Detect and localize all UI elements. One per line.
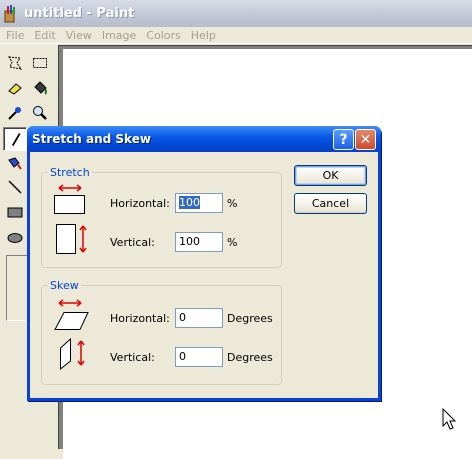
dialog-titlebar[interactable]: Stretch and Skew	[27, 126, 381, 152]
brush-tool[interactable]	[3, 151, 27, 175]
free-form-select-tool[interactable]	[3, 51, 27, 75]
skew-horizontal-input[interactable]: 0	[175, 308, 223, 328]
eyedropper-icon	[8, 107, 21, 120]
menu-view[interactable]: View	[66, 29, 92, 42]
skew-vertical-unit: Degrees	[227, 351, 273, 364]
pencil-icon	[12, 133, 21, 146]
fill-tool[interactable]	[28, 76, 52, 100]
skew-vertical-input[interactable]: 0	[175, 347, 223, 367]
menubar: File Edit View Image Colors Help	[0, 27, 472, 44]
stretch-skew-dialog: Stretch and Skew ? ✕ Stretch Horizontal:…	[27, 126, 381, 401]
eraser-icon	[8, 83, 22, 95]
line-icon	[8, 180, 22, 194]
menu-edit[interactable]: Edit	[34, 29, 55, 42]
window-titlebar: untitled - Paint	[0, 0, 472, 27]
skew-vertical-icon	[60, 337, 85, 371]
skew-legend: Skew	[50, 279, 79, 292]
rect-select-icon	[33, 58, 47, 68]
magnifier-tool[interactable]	[28, 101, 52, 125]
window-title: untitled - Paint	[24, 6, 135, 21]
stretch-horizontal-value: 100	[179, 196, 200, 209]
stretch-horizontal-label: Horizontal:	[110, 197, 170, 210]
skew-horizontal-label: Horizontal:	[110, 312, 170, 325]
fill-bucket-icon	[34, 81, 47, 95]
dialog-body: Stretch Horizontal: 100 % Vertical: 100 …	[30, 152, 378, 398]
rect-select-tool[interactable]	[28, 51, 52, 75]
menu-help[interactable]: Help	[191, 29, 216, 42]
menu-file[interactable]: File	[6, 29, 24, 42]
ellipse-tool[interactable]	[3, 226, 27, 250]
line-tool[interactable]	[3, 175, 27, 199]
dialog-title: Stretch and Skew	[32, 132, 151, 146]
magnifier-icon	[33, 106, 47, 120]
paint-app-icon	[4, 4, 15, 22]
stretch-vertical-value: 100	[179, 235, 200, 248]
free-form-select-icon	[8, 56, 23, 70]
close-button[interactable]: ✕	[355, 129, 376, 150]
stretch-vertical-label: Vertical:	[110, 236, 155, 249]
ok-button[interactable]: OK	[294, 165, 367, 186]
stretch-vertical-icon	[56, 224, 87, 254]
menu-colors[interactable]: Colors	[146, 29, 180, 42]
skew-horizontal-icon	[54, 299, 89, 330]
help-button[interactable]: ?	[333, 129, 354, 150]
rectangle-tool[interactable]	[3, 200, 27, 224]
cancel-button[interactable]: Cancel	[294, 193, 367, 214]
skew-vertical-label: Vertical:	[110, 351, 155, 364]
stretch-legend: Stretch	[50, 166, 90, 179]
menu-image[interactable]: Image	[102, 29, 136, 42]
stretch-horizontal-unit: %	[227, 197, 238, 210]
skew-horizontal-unit: Degrees	[227, 312, 273, 325]
stretch-vertical-unit: %	[227, 236, 238, 249]
eraser-tool[interactable]	[3, 76, 27, 100]
mouse-pointer-icon	[442, 408, 457, 430]
rectangle-icon	[7, 207, 23, 218]
eyedropper-tool[interactable]	[3, 101, 27, 125]
skew-vertical-value: 0	[179, 350, 186, 363]
ellipse-icon	[7, 233, 23, 243]
stretch-horizontal-input[interactable]: 100	[175, 193, 223, 213]
skew-horizontal-value: 0	[179, 311, 186, 324]
stretch-vertical-input[interactable]: 100	[175, 232, 223, 252]
stretch-horizontal-icon	[54, 184, 85, 214]
pencil-tool[interactable]	[3, 127, 27, 151]
brush-icon	[8, 157, 22, 170]
